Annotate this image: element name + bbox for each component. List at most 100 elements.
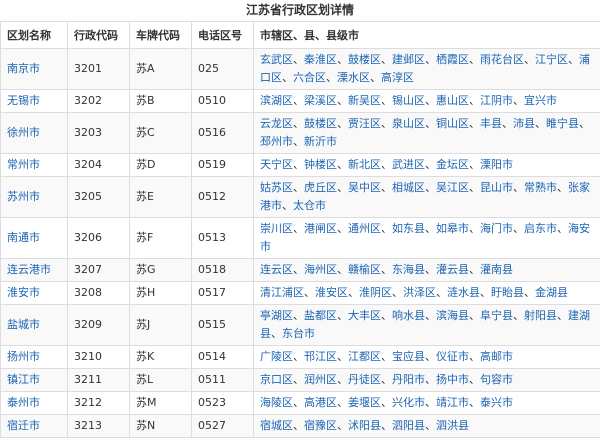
subdivision-link[interactable]: 六合区 xyxy=(293,71,326,84)
subdivision-link[interactable]: 启东市 xyxy=(524,222,557,235)
city-link[interactable]: 淮安市 xyxy=(7,286,40,299)
subdivision-link[interactable]: 江宁区 xyxy=(535,53,568,66)
subdivision-link[interactable]: 泗洪县 xyxy=(436,419,469,432)
subdivision-link[interactable]: 丰县 xyxy=(480,117,502,130)
subdivision-link[interactable]: 建邺区 xyxy=(392,53,425,66)
subdivision-link[interactable]: 高邮市 xyxy=(480,350,513,363)
subdivision-link[interactable]: 宜兴市 xyxy=(524,94,557,107)
subdivision-link[interactable]: 宿城区 xyxy=(260,419,293,432)
subdivision-link[interactable]: 扬中市 xyxy=(436,373,469,386)
subdivision-link[interactable]: 高港区 xyxy=(304,396,337,409)
subdivision-link[interactable]: 海陵区 xyxy=(260,396,293,409)
subdivision-link[interactable]: 兴化市 xyxy=(392,396,425,409)
subdivision-link[interactable]: 滨海县 xyxy=(436,309,469,322)
subdivision-link[interactable]: 惠山区 xyxy=(436,94,469,107)
subdivision-link[interactable]: 玄武区 xyxy=(260,53,293,66)
subdivision-link[interactable]: 赣榆区 xyxy=(348,263,381,276)
subdivision-link[interactable]: 滨湖区 xyxy=(260,94,293,107)
subdivision-link[interactable]: 宝应县 xyxy=(392,350,425,363)
subdivision-link[interactable]: 阜宁县 xyxy=(480,309,513,322)
subdivision-link[interactable]: 栖霞区 xyxy=(436,53,469,66)
subdivision-link[interactable]: 靖江市 xyxy=(436,396,469,409)
subdivision-link[interactable]: 相城区 xyxy=(392,181,425,194)
subdivision-link[interactable]: 新沂市 xyxy=(304,135,337,148)
subdivision-link[interactable]: 吴江区 xyxy=(436,181,469,194)
subdivision-link[interactable]: 秦淮区 xyxy=(304,53,337,66)
subdivision-link[interactable]: 太仓市 xyxy=(293,199,326,212)
subdivision-link[interactable]: 泗阳县 xyxy=(392,419,425,432)
subdivision-link[interactable]: 如皋市 xyxy=(436,222,469,235)
city-link[interactable]: 徐州市 xyxy=(7,126,40,139)
subdivision-link[interactable]: 宿豫区 xyxy=(304,419,337,432)
subdivision-link[interactable]: 江都区 xyxy=(348,350,381,363)
subdivision-link[interactable]: 东台市 xyxy=(282,327,315,340)
subdivision-link[interactable]: 江阴市 xyxy=(480,94,513,107)
subdivision-link[interactable]: 金坛区 xyxy=(436,158,469,171)
city-link[interactable]: 南通市 xyxy=(7,231,40,244)
subdivision-link[interactable]: 淮阴区 xyxy=(359,286,392,299)
subdivision-link[interactable]: 亭湖区 xyxy=(260,309,293,322)
subdivision-link[interactable]: 锡山区 xyxy=(392,94,425,107)
subdivision-link[interactable]: 新吴区 xyxy=(348,94,381,107)
subdivision-link[interactable]: 武进区 xyxy=(392,158,425,171)
subdivision-link[interactable]: 溧水区 xyxy=(337,71,370,84)
subdivision-link[interactable]: 大丰区 xyxy=(348,309,381,322)
city-link[interactable]: 盐城市 xyxy=(7,318,40,331)
subdivision-link[interactable]: 虎丘区 xyxy=(304,181,337,194)
subdivision-link[interactable]: 响水县 xyxy=(392,309,425,322)
subdivision-link[interactable]: 邗江区 xyxy=(304,350,337,363)
subdivision-link[interactable]: 通州区 xyxy=(348,222,381,235)
subdivision-link[interactable]: 港闸区 xyxy=(304,222,337,235)
subdivision-link[interactable]: 灌云县 xyxy=(436,263,469,276)
city-link[interactable]: 宿迁市 xyxy=(7,419,40,432)
city-link[interactable]: 苏州市 xyxy=(7,190,40,203)
subdivision-link[interactable]: 丹徒区 xyxy=(348,373,381,386)
city-link[interactable]: 泰州市 xyxy=(7,396,40,409)
subdivision-link[interactable]: 溧阳市 xyxy=(480,158,513,171)
subdivision-link[interactable]: 新北区 xyxy=(348,158,381,171)
subdivision-link[interactable]: 丹阳市 xyxy=(392,373,425,386)
subdivision-link[interactable]: 天宁区 xyxy=(260,158,293,171)
subdivision-link[interactable]: 如东县 xyxy=(392,222,425,235)
subdivision-link[interactable]: 泰兴市 xyxy=(480,396,513,409)
subdivision-link[interactable]: 贾汪区 xyxy=(348,117,381,130)
subdivision-link[interactable]: 金湖县 xyxy=(535,286,568,299)
subdivision-link[interactable]: 姜堰区 xyxy=(348,396,381,409)
subdivision-link[interactable]: 东海县 xyxy=(392,263,425,276)
subdivision-link[interactable]: 广陵区 xyxy=(260,350,293,363)
subdivision-link[interactable]: 常熟市 xyxy=(524,181,557,194)
subdivision-link[interactable]: 姑苏区 xyxy=(260,181,293,194)
city-link[interactable]: 南京市 xyxy=(7,62,40,75)
subdivision-link[interactable]: 铜山区 xyxy=(436,117,469,130)
subdivision-link[interactable]: 淮安区 xyxy=(315,286,348,299)
subdivision-link[interactable]: 灌南县 xyxy=(480,263,513,276)
subdivision-link[interactable]: 高淳区 xyxy=(381,71,414,84)
city-link[interactable]: 连云港市 xyxy=(7,263,51,276)
subdivision-link[interactable]: 崇川区 xyxy=(260,222,293,235)
city-link[interactable]: 常州市 xyxy=(7,158,40,171)
subdivision-link[interactable]: 邳州市 xyxy=(260,135,293,148)
subdivision-link[interactable]: 海门市 xyxy=(480,222,513,235)
subdivision-link[interactable]: 润州区 xyxy=(304,373,337,386)
subdivision-link[interactable]: 梁溪区 xyxy=(304,94,337,107)
subdivision-link[interactable]: 洪泽区 xyxy=(403,286,436,299)
subdivision-link[interactable]: 仪征市 xyxy=(436,350,469,363)
subdivision-link[interactable]: 沭阳县 xyxy=(348,419,381,432)
subdivision-link[interactable]: 京口区 xyxy=(260,373,293,386)
subdivision-link[interactable]: 云龙区 xyxy=(260,117,293,130)
subdivision-link[interactable]: 海州区 xyxy=(304,263,337,276)
subdivision-link[interactable]: 泉山区 xyxy=(392,117,425,130)
city-link[interactable]: 镇江市 xyxy=(7,373,40,386)
subdivision-link[interactable]: 睢宁县 xyxy=(546,117,579,130)
city-link[interactable]: 扬州市 xyxy=(7,350,40,363)
subdivision-link[interactable]: 涟水县 xyxy=(447,286,480,299)
subdivision-link[interactable]: 连云区 xyxy=(260,263,293,276)
subdivision-link[interactable]: 沛县 xyxy=(513,117,535,130)
subdivision-link[interactable]: 鼓楼区 xyxy=(304,117,337,130)
subdivision-link[interactable]: 钟楼区 xyxy=(304,158,337,171)
subdivision-link[interactable]: 昆山市 xyxy=(480,181,513,194)
subdivision-link[interactable]: 鼓楼区 xyxy=(348,53,381,66)
subdivision-link[interactable]: 盱眙县 xyxy=(491,286,524,299)
subdivision-link[interactable]: 盐都区 xyxy=(304,309,337,322)
subdivision-link[interactable]: 吴中区 xyxy=(348,181,381,194)
